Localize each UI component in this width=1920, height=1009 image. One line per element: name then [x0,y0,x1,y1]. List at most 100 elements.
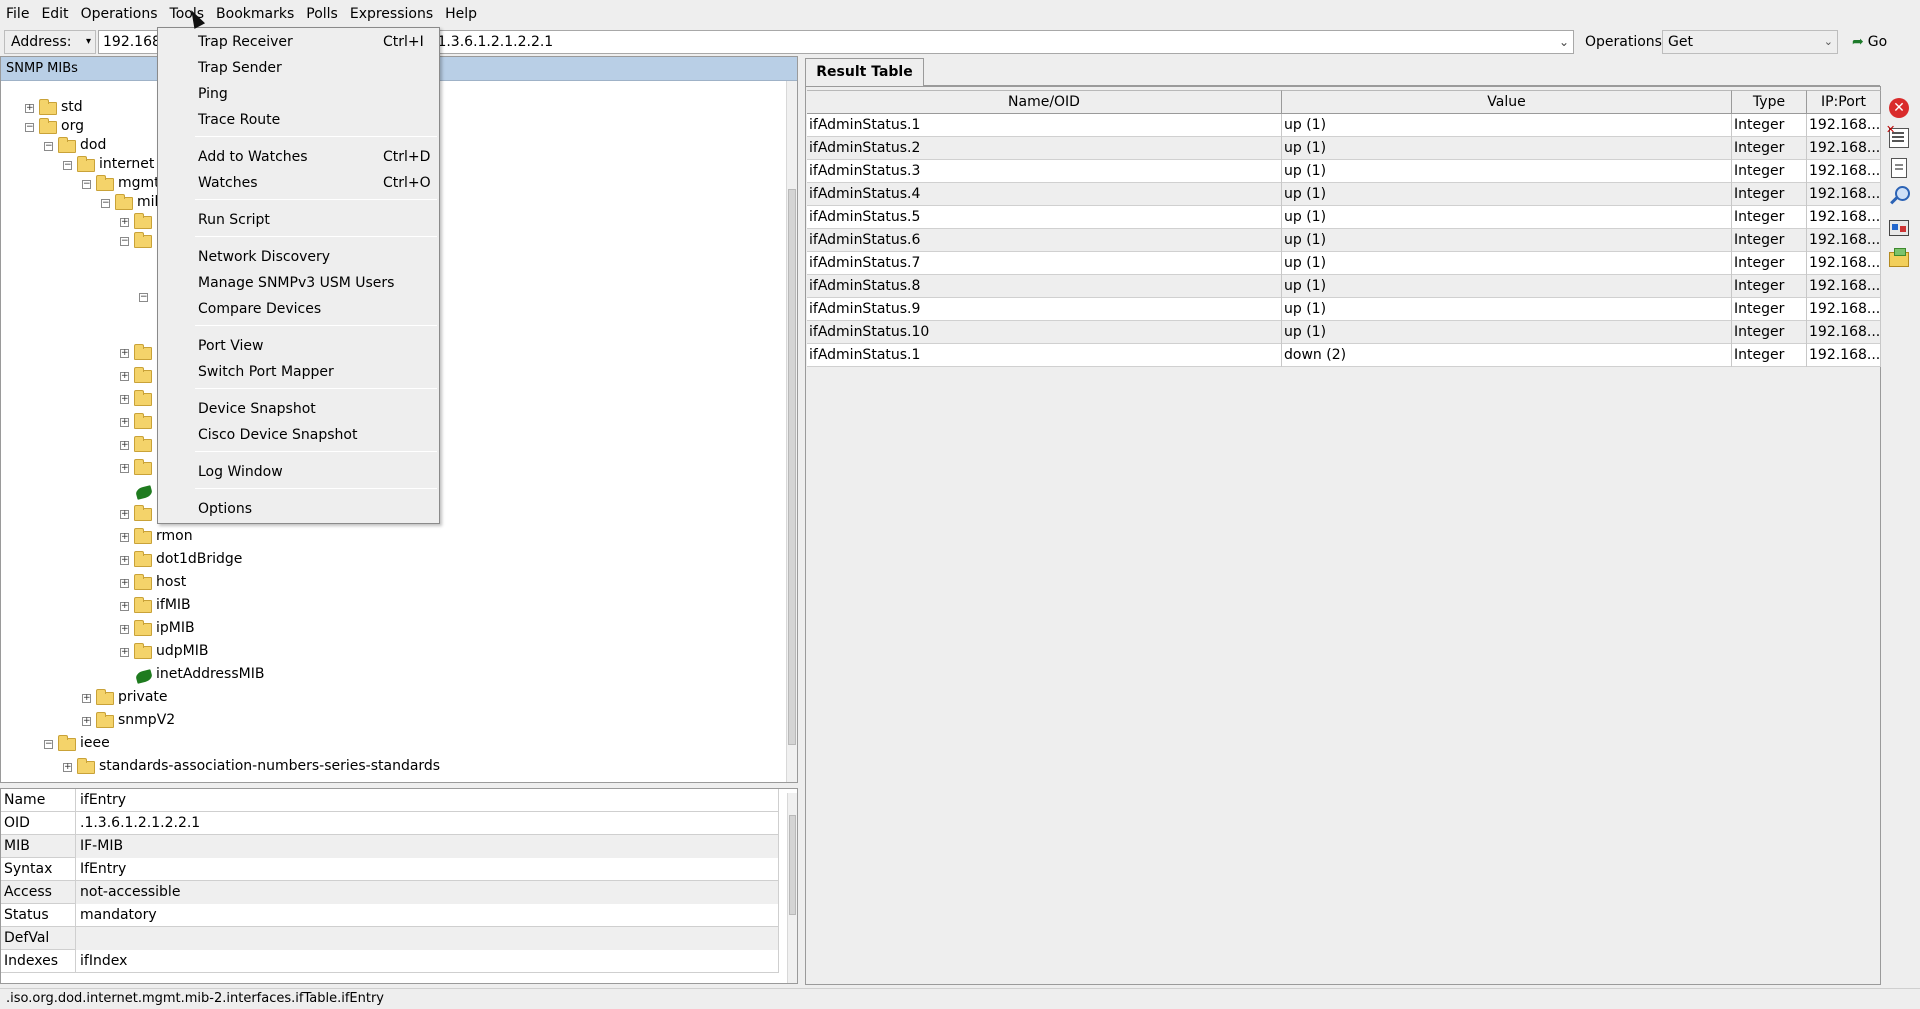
graph-icon[interactable] [1889,220,1909,236]
expand-icon[interactable]: + [120,218,129,227]
menu-expressions[interactable]: Expressions [344,0,439,28]
tree-node-host[interactable]: host [156,571,186,593]
table-row[interactable]: ifAdminStatus.7 up (1) Integer 192.168.... [807,252,1881,275]
expand-icon[interactable]: + [82,694,91,703]
expand-icon[interactable]: + [120,464,129,473]
table-row[interactable]: ifAdminStatus.3 up (1) Integer 192.168.... [807,160,1881,183]
expand-icon[interactable]: + [120,510,129,519]
detail-key: Status [4,907,49,923]
column-header-name-oid[interactable]: Name/OID [807,90,1282,114]
table-row[interactable]: ifAdminStatus.2 up (1) Integer 192.168.... [807,137,1881,160]
menu-item-device-snapshot[interactable]: Device Snapshot [159,396,439,422]
menu-separator [195,451,437,452]
table-row[interactable]: ifAdminStatus.9 up (1) Integer 192.168.... [807,298,1881,321]
expand-icon[interactable]: + [120,349,129,358]
tree-node-ifmib[interactable]: ifMIB [156,594,191,616]
menu-item-trap-sender[interactable]: Trap Sender [159,55,439,81]
go-button[interactable]: ➦ Go [1852,30,1916,54]
tree-node-standards-association[interactable]: standards-association-numbers-series-sta… [99,755,440,777]
column-header-type[interactable]: Type [1732,90,1807,114]
expand-icon[interactable]: + [120,395,129,404]
menu-item-options[interactable]: Options [159,496,439,522]
tree-node-snmpv2[interactable]: snmpV2 [118,709,175,731]
table-row[interactable]: ifAdminStatus.6 up (1) Integer 192.168.... [807,229,1881,252]
menu-item-compare-devices[interactable]: Compare Devices [159,296,439,322]
document-icon[interactable] [1891,158,1907,178]
expand-icon[interactable]: + [120,579,129,588]
column-header-value[interactable]: Value [1282,90,1732,114]
menu-bookmarks[interactable]: Bookmarks [210,0,300,28]
tree-node-ieee[interactable]: ieee [80,732,110,754]
menu-file[interactable]: File [0,0,35,28]
table-row[interactable]: ifAdminStatus.4 up (1) Integer 192.168.... [807,183,1881,206]
expand-icon[interactable]: + [120,441,129,450]
menu-item-cisco-device-snapshot[interactable]: Cisco Device Snapshot [159,422,439,448]
collapse-icon[interactable]: − [120,237,129,246]
menu-item-trap-receiver[interactable]: Trap Receiver Ctrl+I [159,29,439,55]
cell-name-oid: ifAdminStatus.8 [807,275,1282,298]
close-icon[interactable]: ✕ [1889,98,1909,118]
expand-icon[interactable]: + [120,533,129,542]
collapse-icon[interactable]: − [101,199,110,208]
find-icon[interactable] [1889,186,1910,206]
column-header-ip-port[interactable]: IP:Port [1807,90,1881,114]
tree-node-rmon[interactable]: rmon [156,525,193,547]
collapse-icon[interactable]: − [44,142,53,151]
table-row[interactable]: ifAdminStatus.10 up (1) Integer 192.168.... [807,321,1881,344]
menu-item-port-view[interactable]: Port View [159,333,439,359]
menu-item-add-to-watches[interactable]: Add to Watches Ctrl+D [159,144,439,170]
tree-node-inetaddressmib[interactable]: inetAddressMIB [156,663,264,685]
menu-operations[interactable]: Operations [75,0,164,28]
tree-node-iso[interactable]: iso [23,81,43,88]
collapse-icon[interactable]: − [82,180,91,189]
address-label-dropdown[interactable]: Address: ▾ [4,30,96,54]
collapse-icon[interactable]: − [139,293,148,302]
menu-item-trace-route[interactable]: Trace Route [159,107,439,133]
menu-item-watches[interactable]: Watches Ctrl+O [159,170,439,196]
expand-icon[interactable]: + [82,717,91,726]
tree-scrollbar[interactable] [786,81,797,782]
collapse-icon[interactable]: − [25,123,34,132]
menu-item-manage-snmpv3-usm-users[interactable]: Manage SNMPv3 USM Users [159,270,439,296]
detail-row: Syntax IfEntry [1,858,779,881]
menu-item-ping[interactable]: Ping [159,81,439,107]
expand-icon[interactable]: + [120,372,129,381]
scrollbar-thumb[interactable] [789,815,796,915]
expand-icon[interactable]: + [120,556,129,565]
cell-ip-port: 192.168.... [1807,183,1881,206]
detail-row: Access not-accessible [1,881,779,904]
collapse-icon[interactable]: − [44,740,53,749]
details-scrollbar[interactable] [787,793,797,983]
export-icon[interactable] [1886,123,1909,148]
expand-icon[interactable]: + [120,602,129,611]
table-row[interactable]: ifAdminStatus.1 up (1) Integer 192.168.... [807,114,1881,137]
scrollbar-thumb[interactable] [788,189,796,745]
folder-icon [134,459,152,475]
table-row[interactable]: ifAdminStatus.1 down (2) Integer 192.168...… [807,344,1881,367]
menu-help[interactable]: Help [439,0,483,28]
collapse-icon[interactable]: − [63,161,72,170]
tree-node-private[interactable]: private [118,686,168,708]
menu-item-switch-port-mapper[interactable]: Switch Port Mapper [159,359,439,385]
open-folder-icon[interactable] [1889,248,1909,267]
menu-polls[interactable]: Polls [300,0,344,28]
tree-node-udpmib[interactable]: udpMIB [156,640,208,662]
tree-node-ipmib[interactable]: ipMIB [156,617,195,639]
chevron-down-icon[interactable]: ⌄ [1556,32,1572,52]
expand-icon[interactable]: + [63,763,72,772]
menu-edit[interactable]: Edit [35,0,74,28]
table-row[interactable]: ifAdminStatus.8 up (1) Integer 192.168.... [807,275,1881,298]
expand-icon[interactable]: + [120,418,129,427]
expand-icon[interactable]: + [120,625,129,634]
menu-item-run-script[interactable]: Run Script [159,207,439,233]
menu-item-network-discovery[interactable]: Network Discovery [159,244,439,270]
expand-icon[interactable]: + [25,104,34,113]
menu-item-log-window[interactable]: Log Window [159,459,439,485]
expand-icon[interactable]: + [120,648,129,657]
oid-input-text[interactable]: .1.3.6.1.2.1.2.2.1 [433,32,553,52]
cell-type: Integer [1732,183,1807,206]
table-row[interactable]: ifAdminStatus.5 up (1) Integer 192.168.... [807,206,1881,229]
operations-select[interactable]: Get ⌄ [1662,30,1838,54]
tree-node-dot1dbridge[interactable]: dot1dBridge [156,548,242,570]
tab-result-table[interactable]: Result Table [805,58,924,86]
